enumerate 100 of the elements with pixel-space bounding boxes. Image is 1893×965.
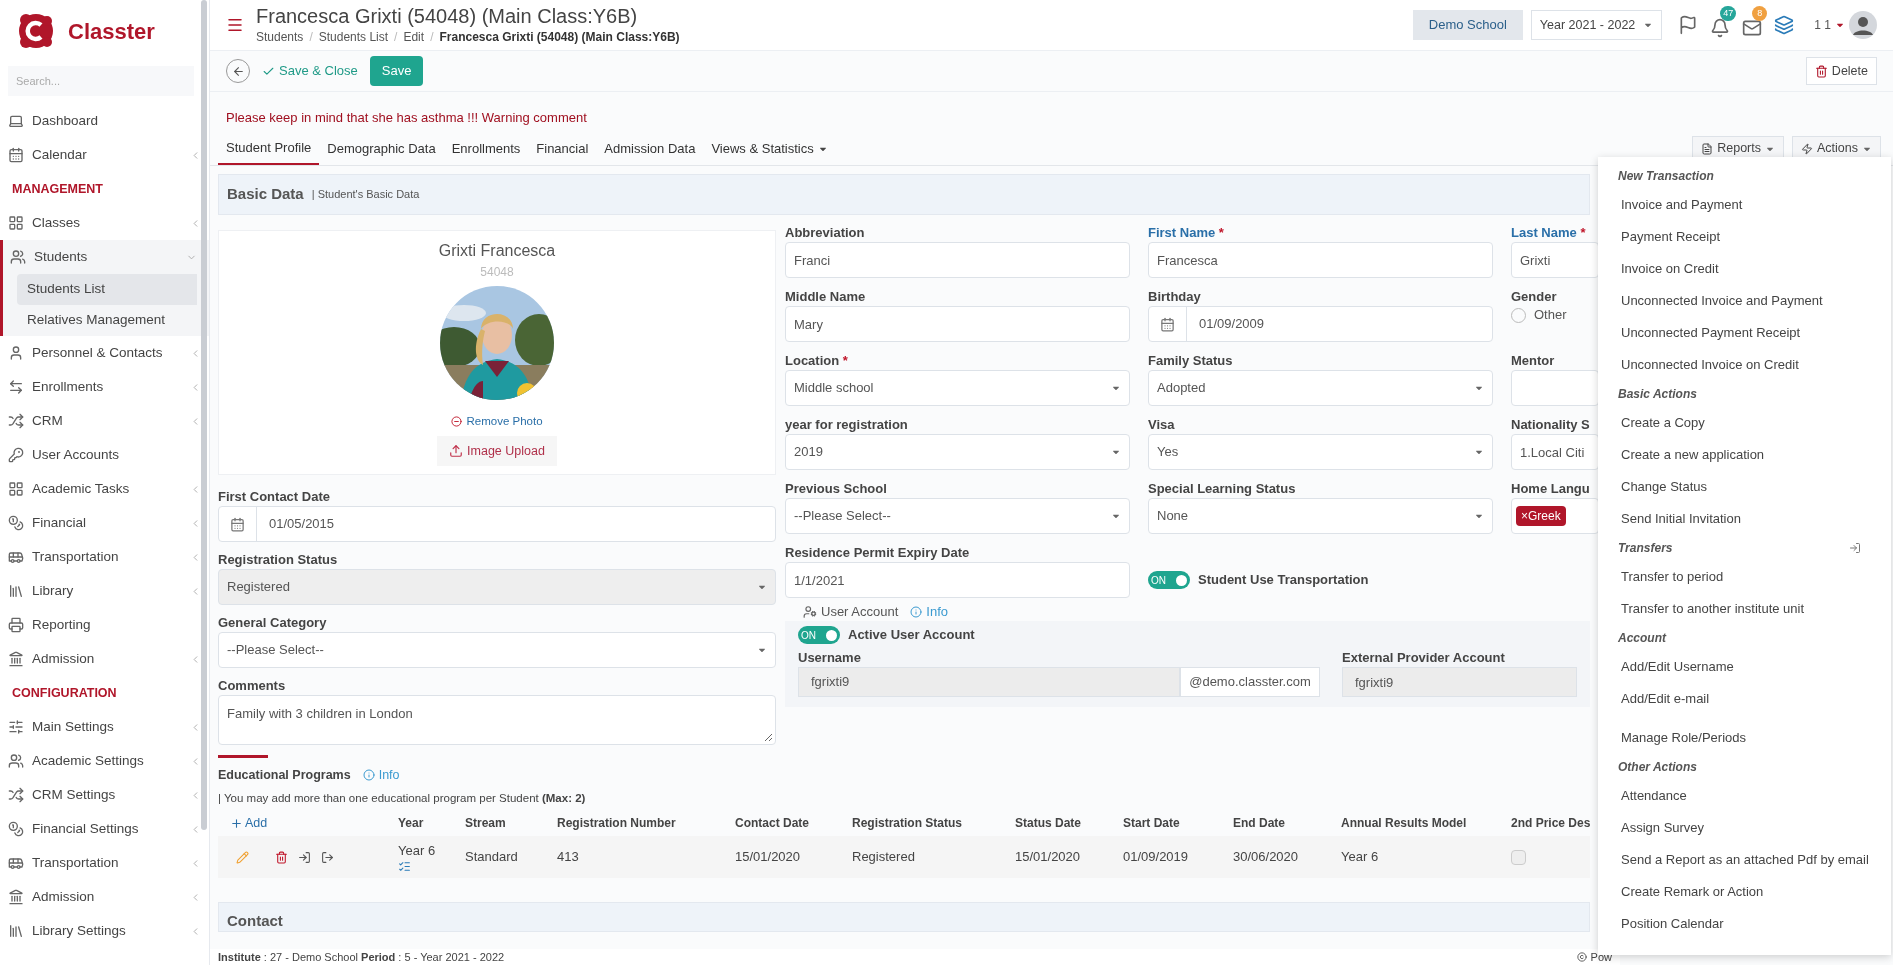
menu-item[interactable]: Create a Copy (1618, 407, 1871, 439)
menu-item[interactable]: Assign Survey (1618, 812, 1871, 844)
add-button[interactable]: Add (218, 813, 398, 833)
bell-icon[interactable] (1710, 18, 1731, 38)
select-field[interactable]: 2019 (785, 434, 1130, 470)
tab[interactable]: Admission Data (596, 132, 704, 165)
table-cell-text: Standard (465, 848, 519, 867)
comments-field[interactable]: Family with 3 children in London (218, 695, 776, 745)
menu-icon[interactable] (226, 16, 244, 34)
breadcrumb-item[interactable]: Edit (403, 28, 425, 46)
checkbox[interactable] (1511, 849, 1526, 865)
tab[interactable]: Student Profile (218, 132, 320, 165)
sidebar-item[interactable]: CRM (0, 404, 209, 438)
sidebar-item[interactable]: Academic Settings (0, 744, 209, 778)
menu-item[interactable]: Change Status (1618, 471, 1871, 503)
select-field[interactable]: --Please Select-- (218, 632, 776, 668)
table-cell-text: 15/01/2020 (1015, 848, 1082, 867)
tab[interactable]: Demographic Data (319, 132, 444, 165)
tags-field[interactable]: ×Greek (1511, 498, 1598, 534)
year-select[interactable]: Year 2021 - 2022 (1530, 10, 1663, 40)
sidebar-item[interactable]: Admission (0, 642, 209, 676)
select-field[interactable]: Yes (1148, 434, 1493, 470)
mail-icon[interactable] (1742, 18, 1763, 38)
menu-item[interactable]: Unconnected Payment Receipt (1618, 317, 1871, 349)
input-field[interactable]: Franci (785, 242, 1130, 278)
user-menu[interactable]: 1 1 (1814, 16, 1845, 34)
input-field[interactable]: 1/1/2021 (785, 562, 1130, 598)
menu-item[interactable]: Send Initial Invitation (1618, 503, 1871, 535)
list-icon[interactable] (398, 860, 411, 874)
breadcrumb-item[interactable]: Students List (318, 28, 389, 46)
field-label: Birthday (1148, 288, 1202, 306)
field-label: Previous School (785, 480, 888, 498)
trash-icon[interactable] (275, 850, 288, 864)
sign-out-icon[interactable] (321, 850, 334, 864)
remove-photo-link[interactable]: Remove Photo (451, 413, 543, 431)
input-field[interactable]: Grixti (1511, 242, 1598, 278)
programs-note: | You may add more than one educational program per Student (Max: 2) (218, 790, 587, 806)
tab[interactable]: Enrollments (443, 132, 529, 165)
menu-item[interactable]: Payment Receipt (1618, 221, 1871, 253)
sign-in-icon[interactable] (298, 850, 311, 864)
sidebar-item[interactable]: Main Settings (0, 710, 209, 744)
menu-item[interactable]: Invoice and Payment (1618, 189, 1871, 221)
search-field[interactable]: Search... (8, 66, 194, 96)
input-field[interactable]: Mary (785, 306, 1130, 342)
column-header: 2nd Price Des (1511, 815, 1592, 832)
delete-button[interactable]: Delete (1805, 57, 1877, 85)
menu-item[interactable]: Send a Report as an attached Pdf by email (1618, 844, 1871, 876)
sidebar-item[interactable]: Library Settings (0, 914, 209, 948)
input-field[interactable]: Francesca (1148, 242, 1493, 278)
sidebar-item[interactable]: Dashboard (0, 104, 209, 138)
menu-item[interactable]: Create Remark or Action (1618, 876, 1871, 908)
layers-icon[interactable] (1774, 15, 1795, 35)
menu-item[interactable]: Manage Role/Periods (1618, 722, 1871, 754)
sidebar-item[interactable]: Academic Tasks (0, 472, 209, 506)
avatar-icon[interactable] (1849, 11, 1877, 39)
sidebar-item[interactable]: Calendar (0, 138, 209, 172)
tab[interactable]: Financial (528, 132, 597, 165)
flag-icon[interactable] (1678, 15, 1699, 35)
sidebar-item[interactable]: Reporting (0, 608, 209, 642)
image-upload-button[interactable]: Image Upload (437, 436, 557, 467)
school-button[interactable]: Demo School (1412, 10, 1523, 40)
breadcrumb-item: Francesca Grixti (54048) (Main Class:Y6B) (439, 29, 680, 46)
sidebar-item[interactable]: Students (3, 240, 209, 274)
sidebar-subitem[interactable]: Students List (17, 274, 197, 305)
menu-item[interactable]: Add/Edit Username (1618, 651, 1871, 683)
column-header: Start Date (1123, 815, 1181, 832)
sidebar-item[interactable]: Classes (0, 206, 209, 240)
sidebar-item[interactable]: Financial Settings (0, 812, 209, 846)
sidebar-item[interactable]: Transportation (0, 540, 209, 574)
select-field[interactable]: --Please Select-- (785, 498, 1130, 534)
select-field[interactable]: Adopted (1148, 370, 1493, 406)
menu-item[interactable]: Create a new application (1618, 439, 1871, 471)
sidebar-item[interactable]: CRM Settings (0, 778, 209, 812)
breadcrumb-item[interactable]: Students (256, 28, 304, 46)
input-field[interactable] (1511, 370, 1598, 406)
menu-item[interactable]: Unconnected Invoice on Credit (1618, 349, 1871, 381)
username-field[interactable]: fgrixti9 (798, 667, 1180, 697)
date-input[interactable]: 01/09/2009 (1187, 307, 1492, 341)
sidebar-item[interactable]: Admission (0, 880, 209, 914)
select-field[interactable]: Middle school (785, 370, 1130, 406)
sidebar-subitem[interactable]: Relatives Management (17, 305, 197, 336)
external-account-field[interactable]: fgrixti9 (1342, 667, 1577, 697)
menu-item[interactable]: Attendance (1618, 780, 1871, 812)
sidebar-item[interactable]: User Accounts (0, 438, 209, 472)
sidebar-item[interactable]: Library (0, 574, 209, 608)
sidebar-item[interactable]: Financial (0, 506, 209, 540)
menu-item[interactable]: Transfer to period (1618, 561, 1871, 593)
sidebar-item[interactable]: Personnel & Contacts (0, 336, 209, 370)
tab[interactable]: Views & Statistics (703, 132, 836, 165)
input-field[interactable]: 1.Local Citi (1511, 434, 1598, 470)
menu-item[interactable]: Transfer to another institute unit (1618, 593, 1871, 625)
select-field[interactable]: None (1148, 498, 1493, 534)
menu-item[interactable]: Invoice on Credit (1618, 253, 1871, 285)
menu-item[interactable]: Position Calendar (1618, 908, 1871, 940)
date-field[interactable]: 01/09/2009 (1148, 306, 1493, 342)
radio-option[interactable]: Other (1511, 306, 1598, 324)
menu-item[interactable]: Unconnected Invoice and Payment (1618, 285, 1871, 317)
sidebar-item[interactable]: Enrollments (0, 370, 209, 404)
sidebar-item[interactable]: Transportation (0, 846, 209, 880)
menu-item[interactable]: Add/Edit e-mail (1618, 683, 1871, 715)
